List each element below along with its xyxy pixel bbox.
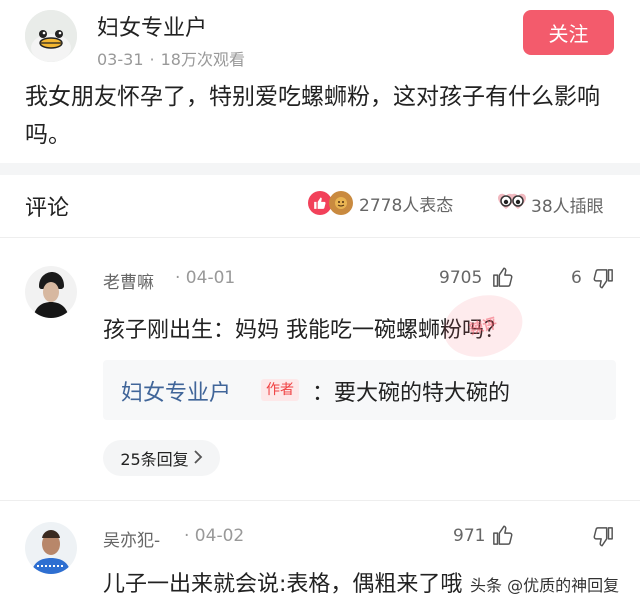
like-count: 9705 [439, 268, 483, 288]
meta-separator: · [149, 50, 155, 69]
comment-author[interactable]: 老曹嘛 [103, 268, 154, 293]
collect-count: 38人插眼 [531, 197, 604, 217]
reactions-count: 2778人表态 [359, 195, 454, 216]
replies-label: 25条回复 [120, 450, 189, 469]
comment-date: · 04-01 [175, 268, 236, 288]
post-text: 我女朋友怀孕了，特别爱吃螺蛳粉，这对孩子有什么影响吗。 [25, 84, 600, 148]
source-watermark: 头条 @优质的神回复 [470, 576, 620, 595]
follow-button[interactable]: 关注 [523, 10, 614, 55]
comments-heading: 评论 [25, 196, 70, 221]
author-avatar[interactable] [25, 10, 77, 62]
thumbs-down-icon[interactable] [592, 526, 614, 548]
dislike-count: 6 [571, 268, 582, 288]
comment-divider [0, 500, 640, 501]
chevron-right-icon [193, 449, 203, 468]
comments-bar-divider [0, 237, 640, 238]
thumbs-up-icon[interactable] [492, 524, 514, 546]
view-count: 18万次观看 [160, 50, 245, 69]
reactions-summary[interactable]: 2778人表态 [308, 188, 453, 218]
section-divider [0, 163, 640, 175]
eyes-icon[interactable] [496, 190, 528, 220]
comment-text: 儿子一出来就会说:表格，偶粗来了哦 [103, 572, 463, 597]
user-photo-icon [25, 522, 77, 574]
comment-avatar[interactable] [25, 266, 77, 318]
author-badge: 作者 [261, 379, 299, 401]
thumbs-down-icon[interactable] [592, 268, 614, 290]
hot-comment-stamp: 辣评 [436, 286, 530, 366]
comment-date: · 04-02 [184, 526, 245, 546]
thumbs-up-icon[interactable] [492, 266, 514, 288]
post-meta: 03-31 · 18万次观看 [97, 46, 245, 70]
user-photo-icon [25, 266, 77, 318]
like-count: 971 [453, 526, 486, 546]
duck-avatar-icon [25, 10, 77, 62]
reply-text: ：要大碗的特大碗的 [312, 381, 511, 406]
post-date: 03-31 [97, 50, 144, 69]
emoji-reaction-icon [329, 191, 353, 215]
view-replies-button[interactable]: 25条回复 [103, 440, 220, 476]
comment-author[interactable]: 吴亦犯- [103, 526, 160, 551]
reply-author-name[interactable]: 妇女专业户 [121, 375, 231, 407]
comment-avatar[interactable] [25, 522, 77, 574]
post-author-name[interactable]: 妇女专业户 [97, 10, 207, 42]
